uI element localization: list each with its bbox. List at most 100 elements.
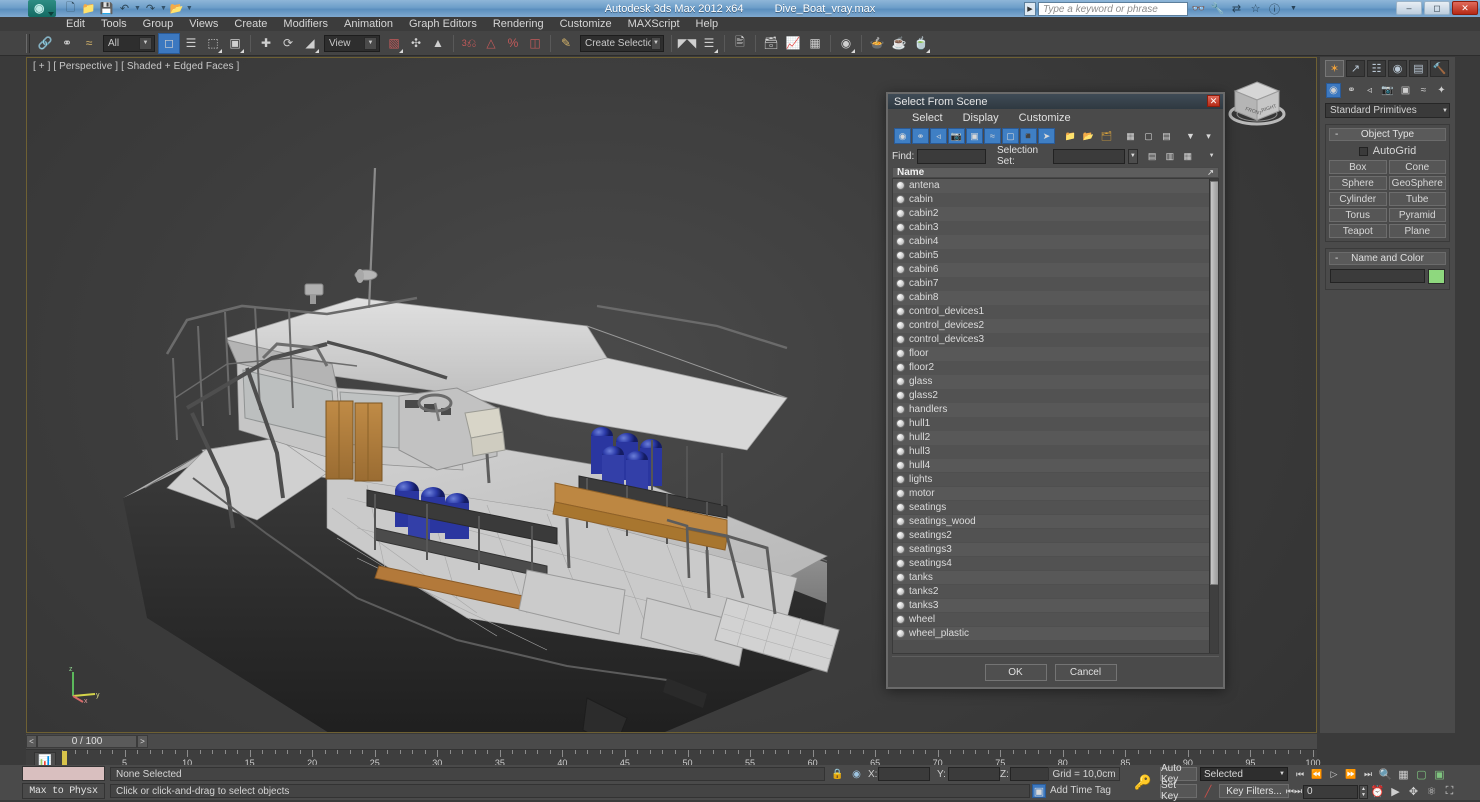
zoom-extents-icon[interactable]: ▢ bbox=[1413, 767, 1430, 782]
list-item[interactable]: glass2 bbox=[893, 388, 1209, 403]
object-color-swatch[interactable] bbox=[1428, 269, 1445, 284]
filter-advanced-icon[interactable]: ▾ bbox=[1200, 128, 1217, 144]
list-item[interactable]: seatings3 bbox=[893, 542, 1209, 557]
list-item[interactable]: cabin8 bbox=[893, 290, 1209, 305]
list-item[interactable]: tanks bbox=[893, 570, 1209, 585]
edit-selset-icon[interactable]: ▦ bbox=[1180, 148, 1196, 164]
wrench-icon[interactable]: 🔧 bbox=[1209, 1, 1226, 16]
render-production-icon[interactable]: 🍵 bbox=[910, 33, 932, 54]
keyboard-shortcut-override-icon[interactable]: ▲ bbox=[427, 33, 449, 54]
name-and-color-header[interactable]: - Name and Color bbox=[1329, 252, 1446, 265]
project-folder-icon[interactable]: 📂 bbox=[168, 1, 185, 16]
list-item[interactable]: hull3 bbox=[893, 444, 1209, 459]
remove-selset-icon[interactable]: ▥ bbox=[1162, 148, 1178, 164]
list-item[interactable]: cabin6 bbox=[893, 262, 1209, 277]
plane-button[interactable]: Plane bbox=[1388, 224, 1446, 238]
list-item[interactable]: floor2 bbox=[893, 360, 1209, 375]
close-icon[interactable]: ✕ bbox=[1207, 95, 1220, 107]
modify-tab[interactable]: ↗ bbox=[1346, 60, 1365, 77]
angle-snap-toggle-icon[interactable]: △ bbox=[480, 33, 502, 54]
list-scrollbar[interactable] bbox=[1209, 179, 1218, 653]
restore-button[interactable]: ◻ bbox=[1424, 1, 1450, 15]
chevron-down-icon[interactable]: ▼ bbox=[650, 36, 661, 50]
box-button[interactable]: Box bbox=[1329, 160, 1387, 174]
display-spacewarps-icon[interactable]: ≈ bbox=[984, 128, 1001, 144]
layer-manager-icon[interactable]: 🖹 bbox=[729, 33, 751, 54]
object-type-header[interactable]: - Object Type bbox=[1329, 128, 1446, 141]
application-menu-button[interactable]: ◉ bbox=[28, 0, 56, 17]
menu-item-graph-editors[interactable]: Graph Editors bbox=[401, 17, 485, 31]
help-dropdown-icon[interactable]: ▼ bbox=[1285, 1, 1302, 16]
autogrid-checkbox[interactable] bbox=[1358, 146, 1368, 156]
list-item[interactable]: cabin7 bbox=[893, 276, 1209, 291]
list-item[interactable]: seatings bbox=[893, 500, 1209, 515]
list-item[interactable]: lights bbox=[893, 472, 1209, 487]
select-and-move-icon[interactable]: ✚ bbox=[255, 33, 277, 54]
list-item[interactable]: handlers bbox=[893, 402, 1209, 417]
list-item[interactable]: control_devices1 bbox=[893, 304, 1209, 319]
frame-indicator[interactable]: 0 / 100 bbox=[37, 735, 137, 748]
previous-frame-icon[interactable]: ⏪ bbox=[1309, 767, 1325, 781]
display-influences-icon[interactable]: 📂 bbox=[1080, 128, 1097, 144]
menu-item-help[interactable]: Help bbox=[688, 17, 727, 31]
exchange-icon[interactable]: ⇄ bbox=[1228, 1, 1245, 16]
sphere-button[interactable]: Sphere bbox=[1329, 176, 1387, 190]
curve-editor-icon[interactable]: 📈 bbox=[782, 33, 804, 54]
y-coord-field[interactable] bbox=[948, 767, 1000, 781]
dialog-menu-select[interactable]: Select bbox=[902, 112, 953, 124]
go-to-end-icon[interactable]: ⏭ bbox=[1360, 767, 1376, 781]
display-tab[interactable]: ▤ bbox=[1409, 60, 1428, 77]
align-icon[interactable]: ☰ bbox=[698, 33, 720, 54]
field-of-view-icon[interactable]: ▶ bbox=[1387, 784, 1404, 799]
unlink-selection-icon[interactable]: ⚭ bbox=[56, 33, 78, 54]
list-item[interactable]: hull4 bbox=[893, 458, 1209, 473]
systems-icon[interactable]: ✦ bbox=[1434, 83, 1449, 98]
chevron-down-icon[interactable]: ▼ bbox=[364, 36, 377, 50]
list-item[interactable]: antena bbox=[893, 179, 1209, 193]
display-children-icon[interactable]: 📁 bbox=[1062, 128, 1079, 144]
collapse-all-icon[interactable]: ▢ bbox=[1140, 128, 1157, 144]
cameras-icon[interactable]: 📷 bbox=[1380, 83, 1395, 98]
current-frame-field[interactable]: 0 bbox=[1303, 784, 1358, 799]
spinner-snap-toggle-icon[interactable]: ◫ bbox=[524, 33, 546, 54]
select-object-icon[interactable]: ◻ bbox=[158, 32, 180, 54]
list-item[interactable]: wheel_plastic bbox=[893, 626, 1209, 641]
motion-tab[interactable]: ◉ bbox=[1388, 60, 1407, 77]
select-and-manipulate-icon[interactable]: ✣ bbox=[405, 33, 427, 54]
key-mode-toggle-icon[interactable]: ⏮⏭ bbox=[1286, 785, 1302, 799]
rendered-frame-window-icon[interactable]: ☕ bbox=[888, 33, 910, 54]
display-groups-icon[interactable]: ▢ bbox=[1002, 128, 1019, 144]
key-icon[interactable]: 🔑 bbox=[1128, 767, 1158, 797]
utilities-tab[interactable]: 🔨 bbox=[1430, 60, 1449, 77]
dialog-menu-customize[interactable]: Customize bbox=[1009, 112, 1081, 124]
use-pivot-point-center-icon[interactable]: ▧ bbox=[383, 33, 405, 54]
undo-icon[interactable]: ↶ bbox=[116, 1, 133, 16]
percent-snap-toggle-icon[interactable]: % bbox=[502, 33, 524, 54]
sort-ascending-icon[interactable]: ↗ bbox=[1207, 168, 1214, 177]
list-item[interactable]: cabin2 bbox=[893, 206, 1209, 221]
snaps-toggle-icon[interactable]: 3 ⎌ bbox=[458, 33, 480, 54]
lights-icon[interactable]: ◃ bbox=[1362, 83, 1377, 98]
list-item[interactable]: tanks2 bbox=[893, 584, 1209, 599]
list-item[interactable]: glass bbox=[893, 374, 1209, 389]
close-button[interactable]: ✕ bbox=[1452, 1, 1478, 15]
menu-item-tools[interactable]: Tools bbox=[93, 17, 135, 31]
list-scrollbar-thumb[interactable] bbox=[1210, 181, 1218, 585]
spacewarps-icon[interactable]: ≈ bbox=[1416, 83, 1431, 98]
cancel-button[interactable]: Cancel bbox=[1054, 663, 1117, 681]
edit-named-selection-sets-icon[interactable]: ✎ bbox=[555, 33, 577, 54]
geometry-icon[interactable]: ◉ bbox=[1326, 83, 1341, 98]
select-subtree-icon[interactable]: ▤ bbox=[1158, 128, 1175, 144]
select-and-rotate-icon[interactable]: ⟳ bbox=[277, 33, 299, 54]
zoom-icon[interactable]: 🔍 bbox=[1377, 767, 1394, 782]
menu-item-maxscript[interactable]: MAXScript bbox=[620, 17, 688, 31]
schematic-view-icon[interactable]: ▦ bbox=[804, 33, 826, 54]
menu-item-group[interactable]: Group bbox=[135, 17, 182, 31]
list-item[interactable]: wheel bbox=[893, 612, 1209, 627]
list-item[interactable]: seatings2 bbox=[893, 528, 1209, 543]
star-icon[interactable]: ☆ bbox=[1247, 1, 1264, 16]
helpers-icon[interactable]: ▣ bbox=[1398, 83, 1413, 98]
menu-item-edit[interactable]: Edit bbox=[58, 17, 93, 31]
open-icon[interactable]: 📁 bbox=[80, 1, 97, 16]
hierarchy-tab[interactable]: ☷ bbox=[1367, 60, 1386, 77]
